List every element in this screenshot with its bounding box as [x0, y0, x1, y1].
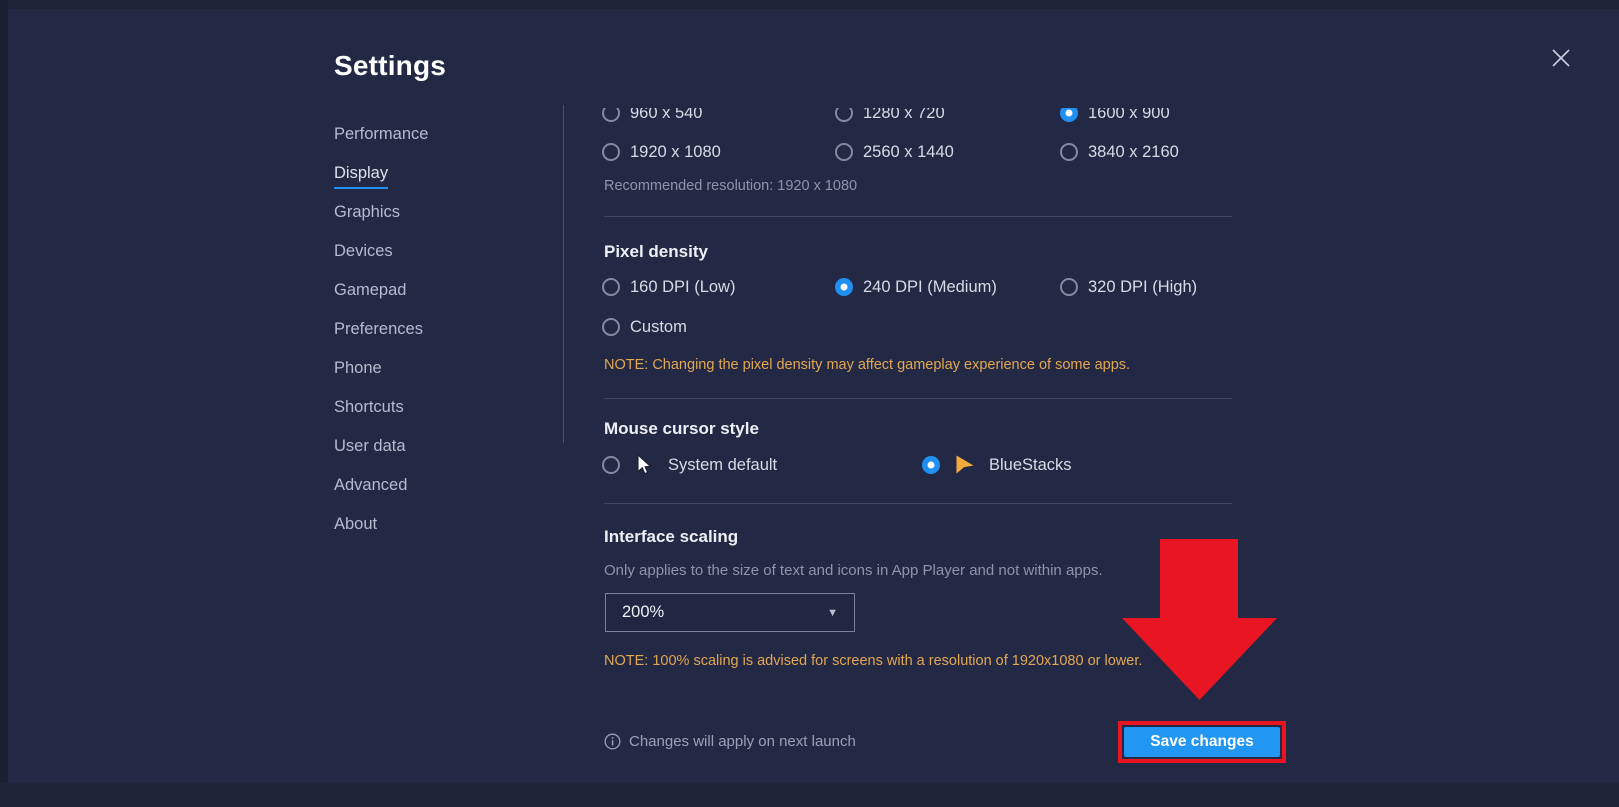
backdrop-top-edge: [0, 0, 1619, 9]
resolution-row-clipped: 960 x 540 1280 x 720 1600 x 900: [595, 108, 1235, 128]
radio-option-1600x900[interactable]: 1600 x 900: [1060, 108, 1170, 128]
radio-option-1920x1080[interactable]: 1920 x 1080: [602, 137, 721, 167]
radio-circle: [602, 456, 620, 474]
chevron-down-icon: ▼: [827, 607, 838, 619]
scaling-dropdown-value: 200%: [622, 603, 664, 622]
radio-circle-selected: [1060, 108, 1078, 122]
radio-option-160dpi[interactable]: 160 DPI (Low): [602, 272, 735, 302]
backdrop-bottom-edge: [0, 783, 1619, 807]
pixel-density-note: NOTE: Changing the pixel density may aff…: [604, 357, 1130, 373]
sidebar-item-performance[interactable]: Performance: [334, 125, 428, 143]
bluestacks-cursor-icon: [954, 455, 975, 475]
radio-circle-selected: [922, 456, 940, 474]
sidebar-item-devices[interactable]: Devices: [334, 242, 428, 260]
radio-option-1280x720[interactable]: 1280 x 720: [835, 108, 945, 128]
scaling-dropdown[interactable]: 200% ▼: [605, 593, 855, 632]
radio-circle: [602, 143, 620, 161]
section-divider: [604, 216, 1232, 217]
radio-option-240dpi[interactable]: 240 DPI (Medium): [835, 272, 997, 302]
radio-circle: [602, 278, 620, 296]
backdrop-left-edge: [0, 0, 8, 807]
section-divider: [604, 503, 1232, 504]
apply-on-launch-text: Changes will apply on next launch: [629, 733, 856, 750]
sidebar-item-about[interactable]: About: [334, 515, 428, 533]
radio-option-3840x2160[interactable]: 3840 x 2160: [1060, 137, 1179, 167]
interface-scaling-header: Interface scaling: [604, 527, 738, 547]
radio-option-system-cursor[interactable]: System default: [602, 450, 777, 480]
page-title: Settings: [334, 50, 446, 82]
sidebar-item-display[interactable]: Display: [334, 164, 428, 182]
radio-circle: [602, 318, 620, 336]
settings-dialog: Settings Performance Display Graphics De…: [0, 0, 1619, 807]
radio-circle: [835, 108, 853, 122]
radio-circle: [1060, 143, 1078, 161]
interface-scaling-subtitle: Only applies to the size of text and ico…: [604, 562, 1103, 579]
close-button[interactable]: [1548, 45, 1574, 71]
radio-circle-selected: [835, 278, 853, 296]
red-arrow-annotation: [1122, 539, 1277, 700]
apply-on-launch-note: Changes will apply on next launch: [604, 733, 856, 750]
sidebar-content-divider: [563, 105, 564, 443]
radio-option-960x540[interactable]: 960 x 540: [602, 108, 702, 128]
save-button-highlight-box: Save changes: [1118, 721, 1286, 763]
mouse-cursor-header: Mouse cursor style: [604, 419, 759, 439]
radio-circle: [602, 108, 620, 122]
save-changes-button[interactable]: Save changes: [1124, 727, 1280, 757]
interface-scaling-note: NOTE: 100% scaling is advised for screen…: [604, 653, 1142, 669]
pixel-density-header: Pixel density: [604, 242, 708, 262]
sidebar-item-advanced[interactable]: Advanced: [334, 476, 428, 494]
sidebar-item-graphics[interactable]: Graphics: [334, 203, 428, 221]
system-cursor-icon: [634, 454, 654, 476]
radio-option-bluestacks-cursor[interactable]: BlueStacks: [922, 450, 1072, 480]
radio-circle: [1060, 278, 1078, 296]
radio-option-custom-dpi[interactable]: Custom: [602, 312, 687, 342]
radio-option-2560x1440[interactable]: 2560 x 1440: [835, 137, 954, 167]
settings-sidebar: Performance Display Graphics Devices Gam…: [334, 125, 428, 533]
close-icon: [1548, 45, 1574, 71]
sidebar-item-phone[interactable]: Phone: [334, 359, 428, 377]
sidebar-item-gamepad[interactable]: Gamepad: [334, 281, 428, 299]
radio-option-320dpi[interactable]: 320 DPI (High): [1060, 272, 1197, 302]
section-divider: [604, 398, 1232, 399]
info-icon: [604, 733, 621, 750]
radio-circle: [835, 143, 853, 161]
recommended-resolution-note: Recommended resolution: 1920 x 1080: [604, 178, 857, 194]
sidebar-item-user-data[interactable]: User data: [334, 437, 428, 455]
sidebar-item-shortcuts[interactable]: Shortcuts: [334, 398, 428, 416]
sidebar-item-preferences[interactable]: Preferences: [334, 320, 428, 338]
